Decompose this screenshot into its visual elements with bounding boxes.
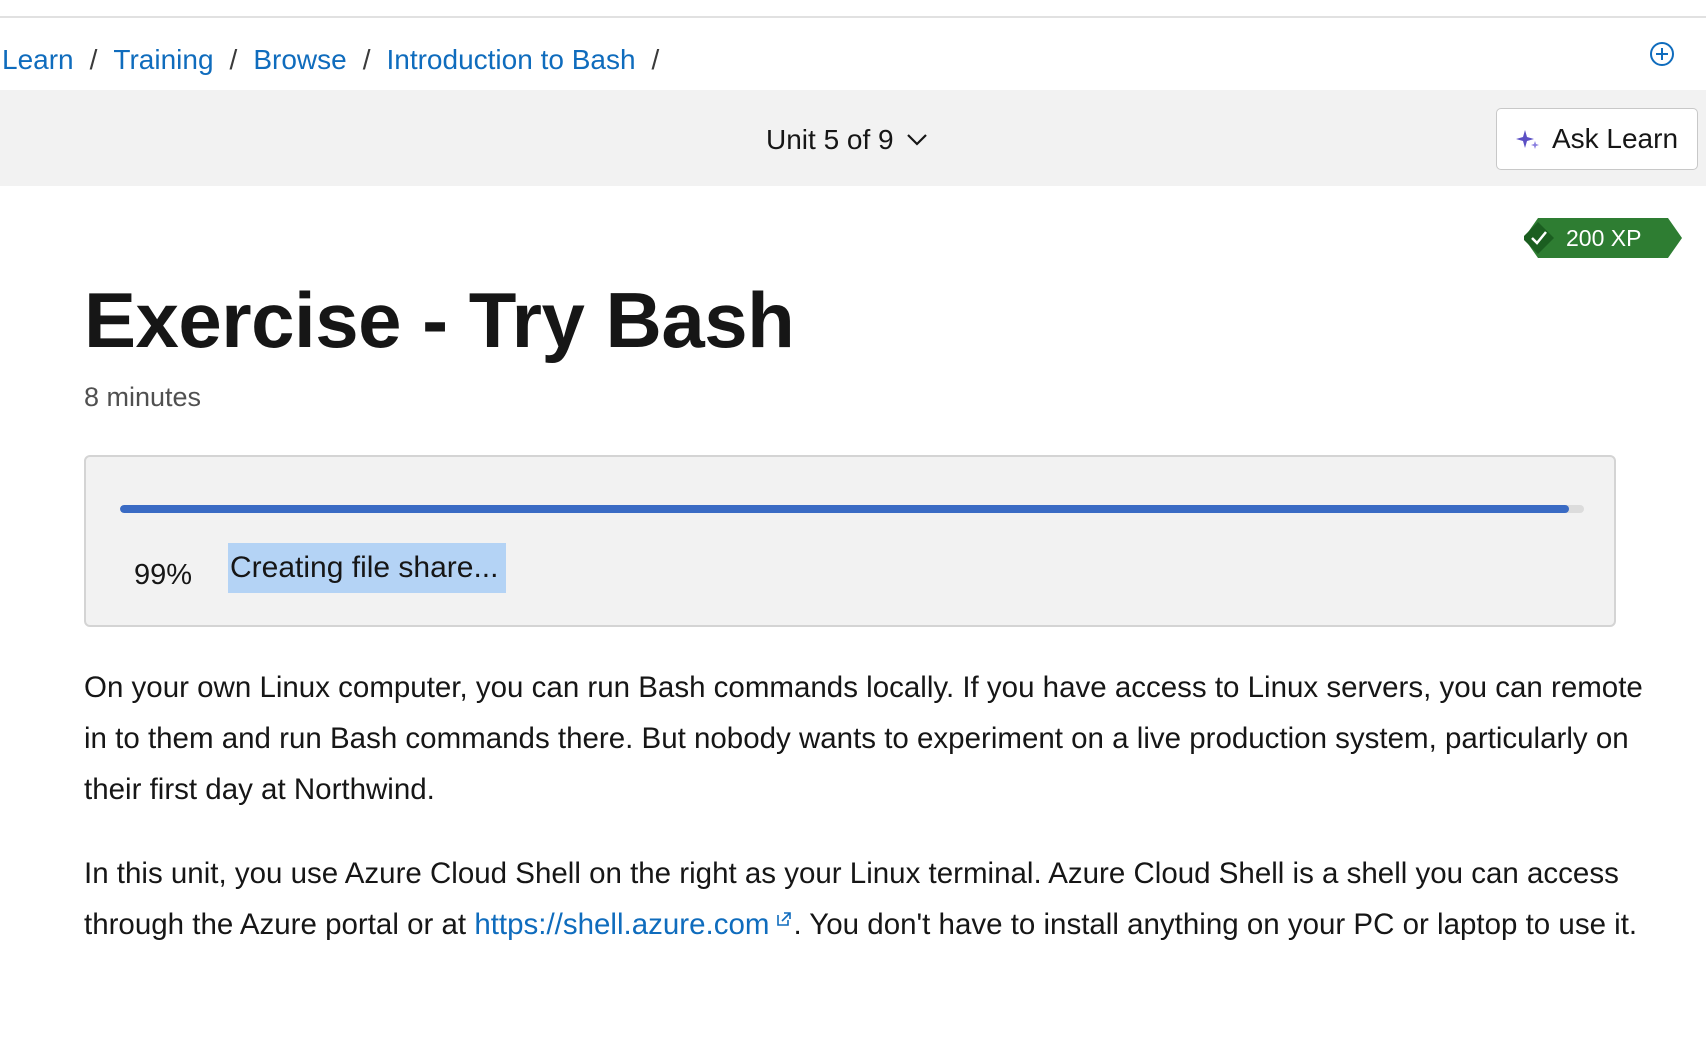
add-circle-icon[interactable] — [1648, 40, 1676, 68]
unit-label: Unit 5 of 9 — [766, 124, 894, 155]
unit-selector-dropdown[interactable]: Unit 5 of 9 — [766, 120, 928, 160]
xp-label: 200 XP — [1566, 225, 1642, 251]
chevron-down-icon — [906, 134, 927, 146]
top-divider — [0, 16, 1706, 18]
breadcrumb-training[interactable]: Training — [113, 44, 213, 76]
paragraph-text: . You don't have to install anything on … — [793, 908, 1638, 941]
progress-percent: 99% — [134, 559, 193, 591]
progress-status-text: Creating file share... — [228, 543, 507, 593]
progress-fill — [120, 505, 1570, 513]
ask-learn-label: Ask Learn — [1551, 123, 1679, 154]
xp-badge: 200 XP — [1524, 218, 1682, 258]
intro-paragraph: On your own Linux computer, you can run … — [84, 671, 1643, 806]
breadcrumb-separator: / — [362, 44, 371, 75]
ask-learn-button[interactable]: Ask Learn — [1496, 108, 1698, 170]
breadcrumb-separator: / — [229, 44, 238, 75]
sparkle-icon — [1515, 130, 1539, 149]
cloud-shell-paragraph: In this unit, you use Azure Cloud Shell … — [84, 848, 1644, 950]
shell-azure-link[interactable]: https://shell.azure.com — [474, 908, 769, 941]
unit-navigation-bar: Unit 5 of 9 Ask Learn — [0, 90, 1706, 186]
duration-label: 8 minutes — [84, 382, 202, 412]
sandbox-progress-panel: 99% Creating file share... — [84, 455, 1616, 627]
breadcrumb-browse[interactable]: Browse — [253, 44, 346, 76]
progress-track — [120, 505, 1584, 513]
page-title: Exercise - Try Bash — [84, 276, 795, 364]
breadcrumb-separator: / — [89, 44, 98, 75]
breadcrumb-introduction-to-bash[interactable]: Introduction to Bash — [386, 44, 635, 76]
external-link-icon — [777, 912, 792, 926]
breadcrumb: Learn / Training / Browse / Introduction… — [2, 40, 675, 80]
breadcrumb-separator: / — [651, 44, 660, 75]
breadcrumb-learn[interactable]: Learn — [2, 44, 74, 76]
